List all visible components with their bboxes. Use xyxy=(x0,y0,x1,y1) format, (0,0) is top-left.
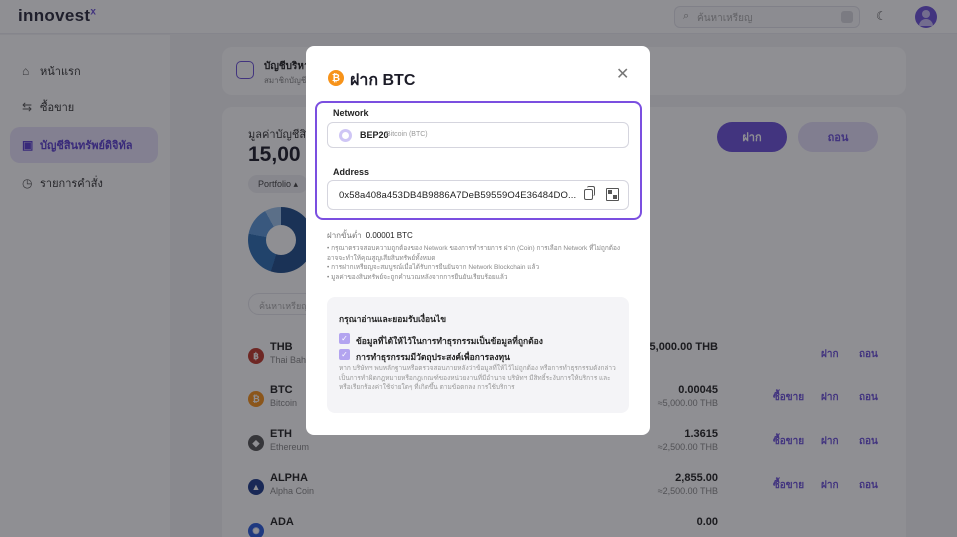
address-label: Address xyxy=(333,167,370,177)
network-name: BEP20 xyxy=(360,130,389,140)
deposit-notes: กรุณาตรวจสอบความถูกต้องของ Network ของกา… xyxy=(327,244,627,282)
min-deposit-label: ฝากขั้นต่ำ xyxy=(327,231,362,240)
consent-box: กรุณาอ่านและยอมรับเงื่อนไข ✓ ข้อมูลที่ได… xyxy=(327,297,629,413)
address-field[interactable]: 0x58a408a453DB4B9886A7DeB59559O4E36484DO… xyxy=(327,180,629,210)
bitcoin-icon: ₿ xyxy=(328,70,344,86)
note-item: การฝากเหรียญจะสมบูรณ์เมื่อได้รับการยืนยั… xyxy=(327,263,627,273)
checkbox-accurate-info[interactable]: ✓ xyxy=(339,333,350,344)
consent-title: กรุณาอ่านและยอมรับเงื่อนไข xyxy=(339,314,447,324)
note-item: มูลค่าของสินทรัพย์จะถูกคำนวณหลังจากการยื… xyxy=(327,273,627,283)
min-deposit: ฝากขั้นต่ำ 0.00001 BTC xyxy=(327,229,413,242)
checkbox-investment-purpose[interactable]: ✓ xyxy=(339,349,350,360)
modal-title: ฝาก BTC xyxy=(350,72,416,89)
network-subtitle: Bitcoin (BTC) xyxy=(386,131,428,138)
network-select[interactable]: BEP20 Bitcoin (BTC) xyxy=(327,122,629,148)
note-item: กรุณาตรวจสอบความถูกต้องของ Network ของกา… xyxy=(327,244,627,263)
deposit-modal: ₿ ฝาก BTC ✕ Network BEP20 Bitcoin (BTC) … xyxy=(306,46,650,435)
checkbox-label: ข้อมูลที่ได้ให้ไว้ในการทำธุรกรรมเป็นข้อม… xyxy=(356,336,543,346)
consent-body: หาก บริษัทฯ พบหลักฐานหรือตรวจสอบภายหลังว… xyxy=(339,365,616,391)
network-label: Network xyxy=(333,108,369,118)
qr-code-icon[interactable] xyxy=(606,188,619,201)
radio-icon xyxy=(339,129,352,142)
address-value[interactable]: 0x58a408a453DB4B9886A7DeB59559O4E36484DO… xyxy=(339,190,576,201)
copy-icon[interactable] xyxy=(584,186,595,200)
checkbox-label: การทำธุรกรรมมีวัตถุประสงค์เพื่อการลงทุน xyxy=(356,352,510,362)
close-icon[interactable]: ✕ xyxy=(616,64,629,84)
min-deposit-value: 0.00001 BTC xyxy=(365,231,413,240)
